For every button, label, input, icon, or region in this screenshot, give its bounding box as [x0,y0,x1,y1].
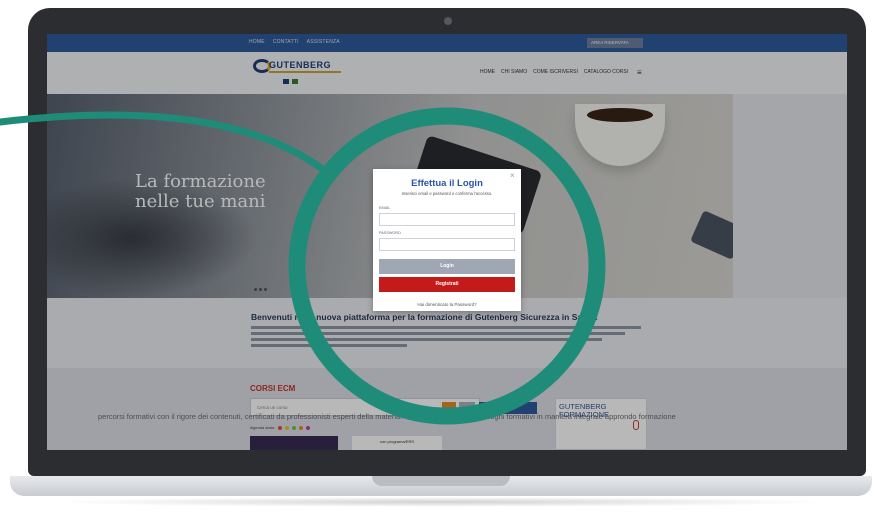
login-button[interactable]: Login [379,259,515,274]
register-button[interactable]: Registrati [379,277,515,292]
login-title: Effettua il Login [411,178,483,189]
webcam-icon [444,17,452,25]
forgot-password-link[interactable]: Hai dimenticato la Password? [373,302,521,307]
email-field[interactable] [379,213,515,226]
laptop-shadow [50,497,832,507]
email-label: EMAIL [379,206,391,210]
laptop-notch [372,476,510,486]
password-label: PASSWORD [379,231,401,235]
password-field[interactable] [379,238,515,251]
login-subtitle: Inserisci email e password e conferma l'… [401,191,493,196]
marketing-illustration: HOME CONTATTI ASSISTENZA AREA RISERVATA … [0,0,881,516]
laptop-screen: HOME CONTATTI ASSISTENZA AREA RISERVATA … [47,34,847,450]
bottom-paragraph: percorsi formativi con il rigore dei con… [98,412,676,421]
